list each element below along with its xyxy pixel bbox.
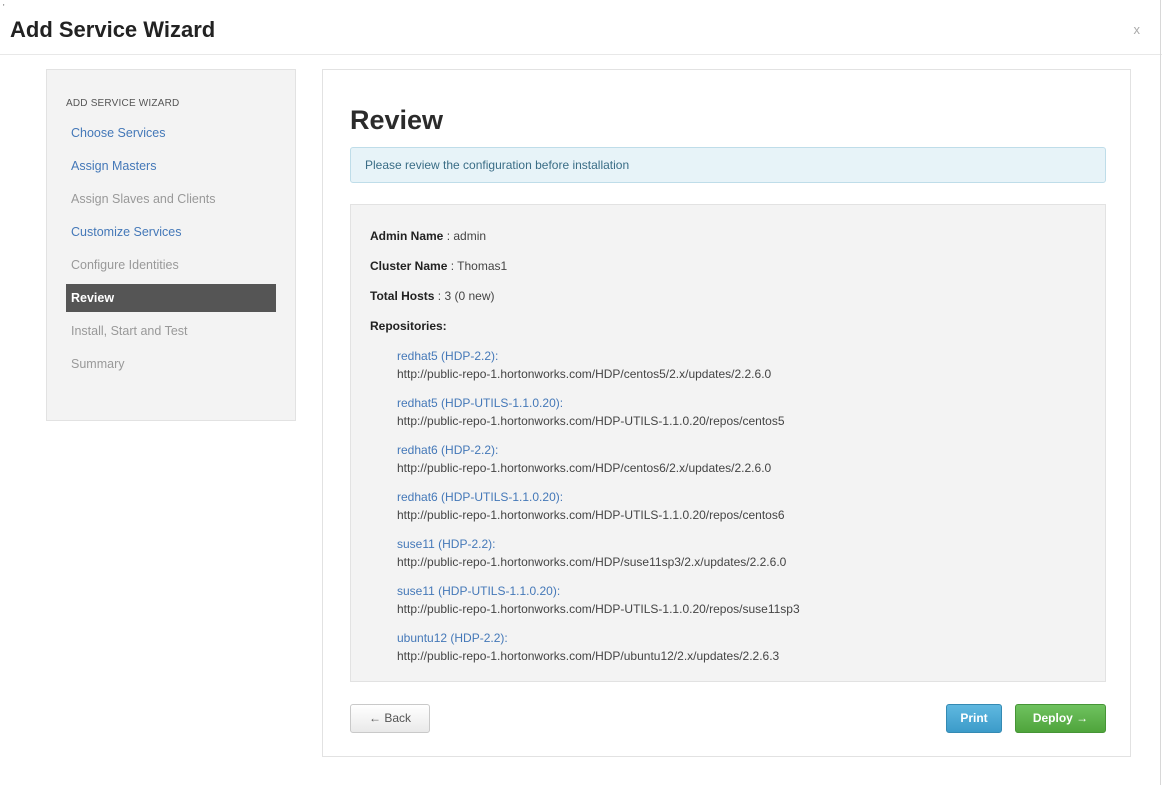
review-summary-box[interactable]: Admin Name : admin Cluster Name : Thomas… — [350, 204, 1106, 682]
step-review: Review — [66, 284, 276, 312]
admin-name-label: Admin Name — [370, 229, 444, 243]
close-button[interactable]: x — [1134, 22, 1141, 37]
wizard-header: ' Add Service Wizard x — [0, 0, 1162, 55]
repository-item: redhat5 (HDP-UTILS-1.1.0.20): http://pub… — [397, 394, 785, 430]
repository-name-link[interactable]: suse11 (HDP-UTILS-1.1.0.20): — [397, 582, 800, 600]
step-configure-identities: Configure Identities — [71, 258, 179, 272]
repository-item: suse11 (HDP-2.2): http://public-repo-1.h… — [397, 535, 786, 571]
repository-url: http://public-repo-1.hortonworks.com/HDP… — [397, 649, 780, 663]
total-hosts-label: Total Hosts — [370, 289, 435, 303]
total-hosts-row: Total Hosts : 3 (0 new) — [370, 289, 495, 303]
step-assign-masters[interactable]: Assign Masters — [66, 152, 276, 180]
step-install-start-test: Install, Start and Test — [71, 324, 188, 338]
info-alert: Please review the configuration before i… — [350, 147, 1106, 183]
page-title: Review — [350, 105, 444, 135]
repository-name-link[interactable]: redhat5 (HDP-2.2): — [397, 347, 771, 365]
repository-url: http://public-repo-1.hortonworks.com/HDP… — [397, 414, 785, 428]
step-summary: Summary — [71, 357, 125, 371]
sidebar-header: ADD SERVICE WIZARD — [66, 98, 180, 109]
repository-name-link[interactable]: redhat6 (HDP-UTILS-1.1.0.20): — [397, 488, 785, 506]
corner-mark: ' — [3, 3, 5, 12]
deploy-button[interactable]: Deploy → — [1015, 704, 1106, 733]
cluster-name-value: : Thomas1 — [450, 259, 508, 273]
repositories-row: Repositories: — [370, 319, 447, 333]
wizard-steps-sidebar: ADD SERVICE WIZARD Choose Services Assig… — [46, 69, 296, 421]
repository-url: http://public-repo-1.hortonworks.com/HDP… — [397, 602, 800, 616]
admin-name-value: : admin — [446, 229, 487, 243]
review-panel: Review Please review the configuration b… — [322, 69, 1131, 757]
cluster-name-row: Cluster Name : Thomas1 — [370, 259, 507, 273]
repository-item: ubuntu12 (HDP-2.2): http://public-repo-1… — [397, 629, 779, 665]
repository-name-link[interactable]: redhat5 (HDP-UTILS-1.1.0.20): — [397, 394, 785, 412]
repository-name-link[interactable]: suse11 (HDP-2.2): — [397, 535, 786, 553]
repository-url: http://public-repo-1.hortonworks.com/HDP… — [397, 508, 785, 522]
admin-name-row: Admin Name : admin — [370, 229, 486, 243]
repository-url: http://public-repo-1.hortonworks.com/HDP… — [397, 555, 787, 569]
print-button[interactable]: Print — [946, 704, 1002, 733]
step-customize-services[interactable]: Customize Services — [66, 218, 276, 246]
repository-item: suse11 (HDP-UTILS-1.1.0.20): http://publ… — [397, 582, 800, 618]
back-button[interactable]: ← Back — [350, 704, 430, 733]
window-edge — [1160, 0, 1161, 785]
wizard-title: Add Service Wizard — [10, 17, 216, 42]
repositories-label: Repositories: — [370, 319, 447, 333]
step-assign-slaves-clients: Assign Slaves and Clients — [71, 192, 216, 206]
total-hosts-value: : 3 (0 new) — [437, 289, 495, 303]
repository-item: redhat5 (HDP-2.2): http://public-repo-1.… — [397, 347, 771, 383]
cluster-name-label: Cluster Name — [370, 259, 448, 273]
repository-url: http://public-repo-1.hortonworks.com/HDP… — [397, 461, 772, 475]
repository-name-link[interactable]: redhat6 (HDP-2.2): — [397, 441, 771, 459]
repository-item: redhat6 (HDP-2.2): http://public-repo-1.… — [397, 441, 771, 477]
repository-url: http://public-repo-1.hortonworks.com/HDP… — [397, 367, 772, 381]
repository-item: redhat6 (HDP-UTILS-1.1.0.20): http://pub… — [397, 488, 785, 524]
repository-name-link[interactable]: ubuntu12 (HDP-2.2): — [397, 629, 779, 647]
step-choose-services[interactable]: Choose Services — [66, 119, 276, 147]
